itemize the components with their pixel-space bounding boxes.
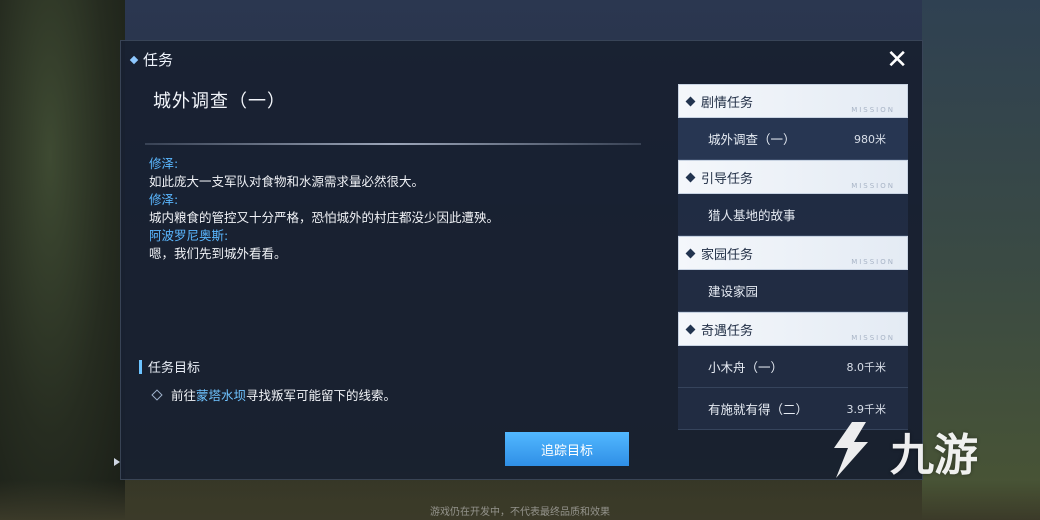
dialogue-line: 如此庞大一支军队对食物和水源需求量必然很大。 — [149, 174, 425, 189]
dialogue-line: 嗯，我们先到城外看看。 — [149, 246, 287, 261]
panel-header: 任务 — [129, 49, 174, 70]
goal-location-link[interactable]: 蒙塔水坝 — [196, 388, 246, 403]
divider — [145, 143, 641, 145]
category-label: 引导任务 — [701, 171, 754, 187]
diamond-icon — [685, 172, 696, 182]
dialogue-line: 城内粮食的管控又十分严格，恐怕城外的村庄都没少因此遭殃。 — [149, 210, 500, 225]
panel-title: 任务 — [143, 51, 174, 69]
watermark: 九游 — [822, 418, 978, 484]
background-forest-left — [0, 0, 125, 520]
nine-game-logo-icon — [834, 422, 868, 478]
quest-item[interactable]: 猎人基地的故事 — [678, 194, 908, 236]
quest-item-name: 城外调查（一） — [708, 132, 796, 147]
category-adventure[interactable]: 奇遇任务 MISSION — [678, 312, 908, 346]
quest-title: 城外调查（一） — [153, 91, 286, 112]
quest-item-distance: 3.9千米 — [846, 402, 887, 416]
quest-item-name: 建设家园 — [708, 284, 759, 299]
category-label: 奇遇任务 — [701, 323, 754, 339]
close-icon[interactable]: ✕ — [886, 47, 908, 73]
diamond-icon — [685, 248, 696, 258]
goal-item: 前往蒙塔水坝寻找叛军可能留下的线索。 — [151, 385, 396, 404]
goal-suffix: 寻找叛军可能留下的线索。 — [246, 388, 397, 403]
mission-tag: MISSION — [851, 334, 895, 342]
footer-note: 游戏仍在开发中，不代表最终品质和效果 — [430, 507, 610, 518]
category-label: 家园任务 — [701, 247, 754, 263]
diamond-icon — [685, 324, 696, 334]
goal-header-label: 任务目标 — [148, 361, 201, 376]
dialogue-box: 修泽: 如此庞大一支军队对食物和水源需求量必然很大。 修泽: 城内粮食的管控又十… — [149, 155, 649, 263]
dialogue-speaker: 修泽: — [149, 156, 179, 171]
dialogue-speaker: 修泽: — [149, 192, 179, 207]
quest-list: 剧情任务 MISSION 城外调查（一） 980米 引导任务 MISSION 猎… — [678, 84, 908, 430]
quest-item-distance: 8.0千米 — [846, 360, 887, 374]
category-story[interactable]: 剧情任务 MISSION — [678, 84, 908, 118]
diamond-icon — [685, 96, 696, 106]
category-guide[interactable]: 引导任务 MISSION — [678, 160, 908, 194]
mission-tag: MISSION — [851, 182, 895, 190]
category-home[interactable]: 家园任务 MISSION — [678, 236, 908, 270]
goal-header: 任务目标 — [139, 357, 200, 376]
dialogue-speaker: 阿波罗尼奥斯: — [149, 228, 229, 243]
diamond-bullet-icon — [151, 388, 163, 401]
diamond-icon — [129, 55, 139, 64]
goal-text: 前往蒙塔水坝寻找叛军可能留下的线索。 — [171, 385, 396, 404]
quest-item-name: 小木舟（一） — [708, 360, 784, 375]
track-goal-button[interactable]: 追踪目标 — [505, 432, 629, 466]
quest-item-name: 有施就有得（二） — [708, 402, 809, 417]
accent-bar — [139, 359, 142, 374]
watermark-text: 九游 — [890, 430, 978, 481]
mission-tag: MISSION — [851, 106, 895, 114]
quest-item[interactable]: 城外调查（一） 980米 — [678, 118, 908, 160]
category-label: 剧情任务 — [701, 95, 754, 111]
quest-item[interactable]: 建设家园 — [678, 270, 908, 312]
mission-tag: MISSION — [851, 258, 895, 266]
goal-prefix: 前往 — [171, 388, 197, 403]
quest-item-name: 猎人基地的故事 — [708, 208, 796, 223]
quest-item-distance: 980米 — [854, 132, 886, 146]
expand-arrow-icon[interactable] — [114, 458, 120, 466]
quest-item[interactable]: 小木舟（一） 8.0千米 — [678, 346, 908, 388]
